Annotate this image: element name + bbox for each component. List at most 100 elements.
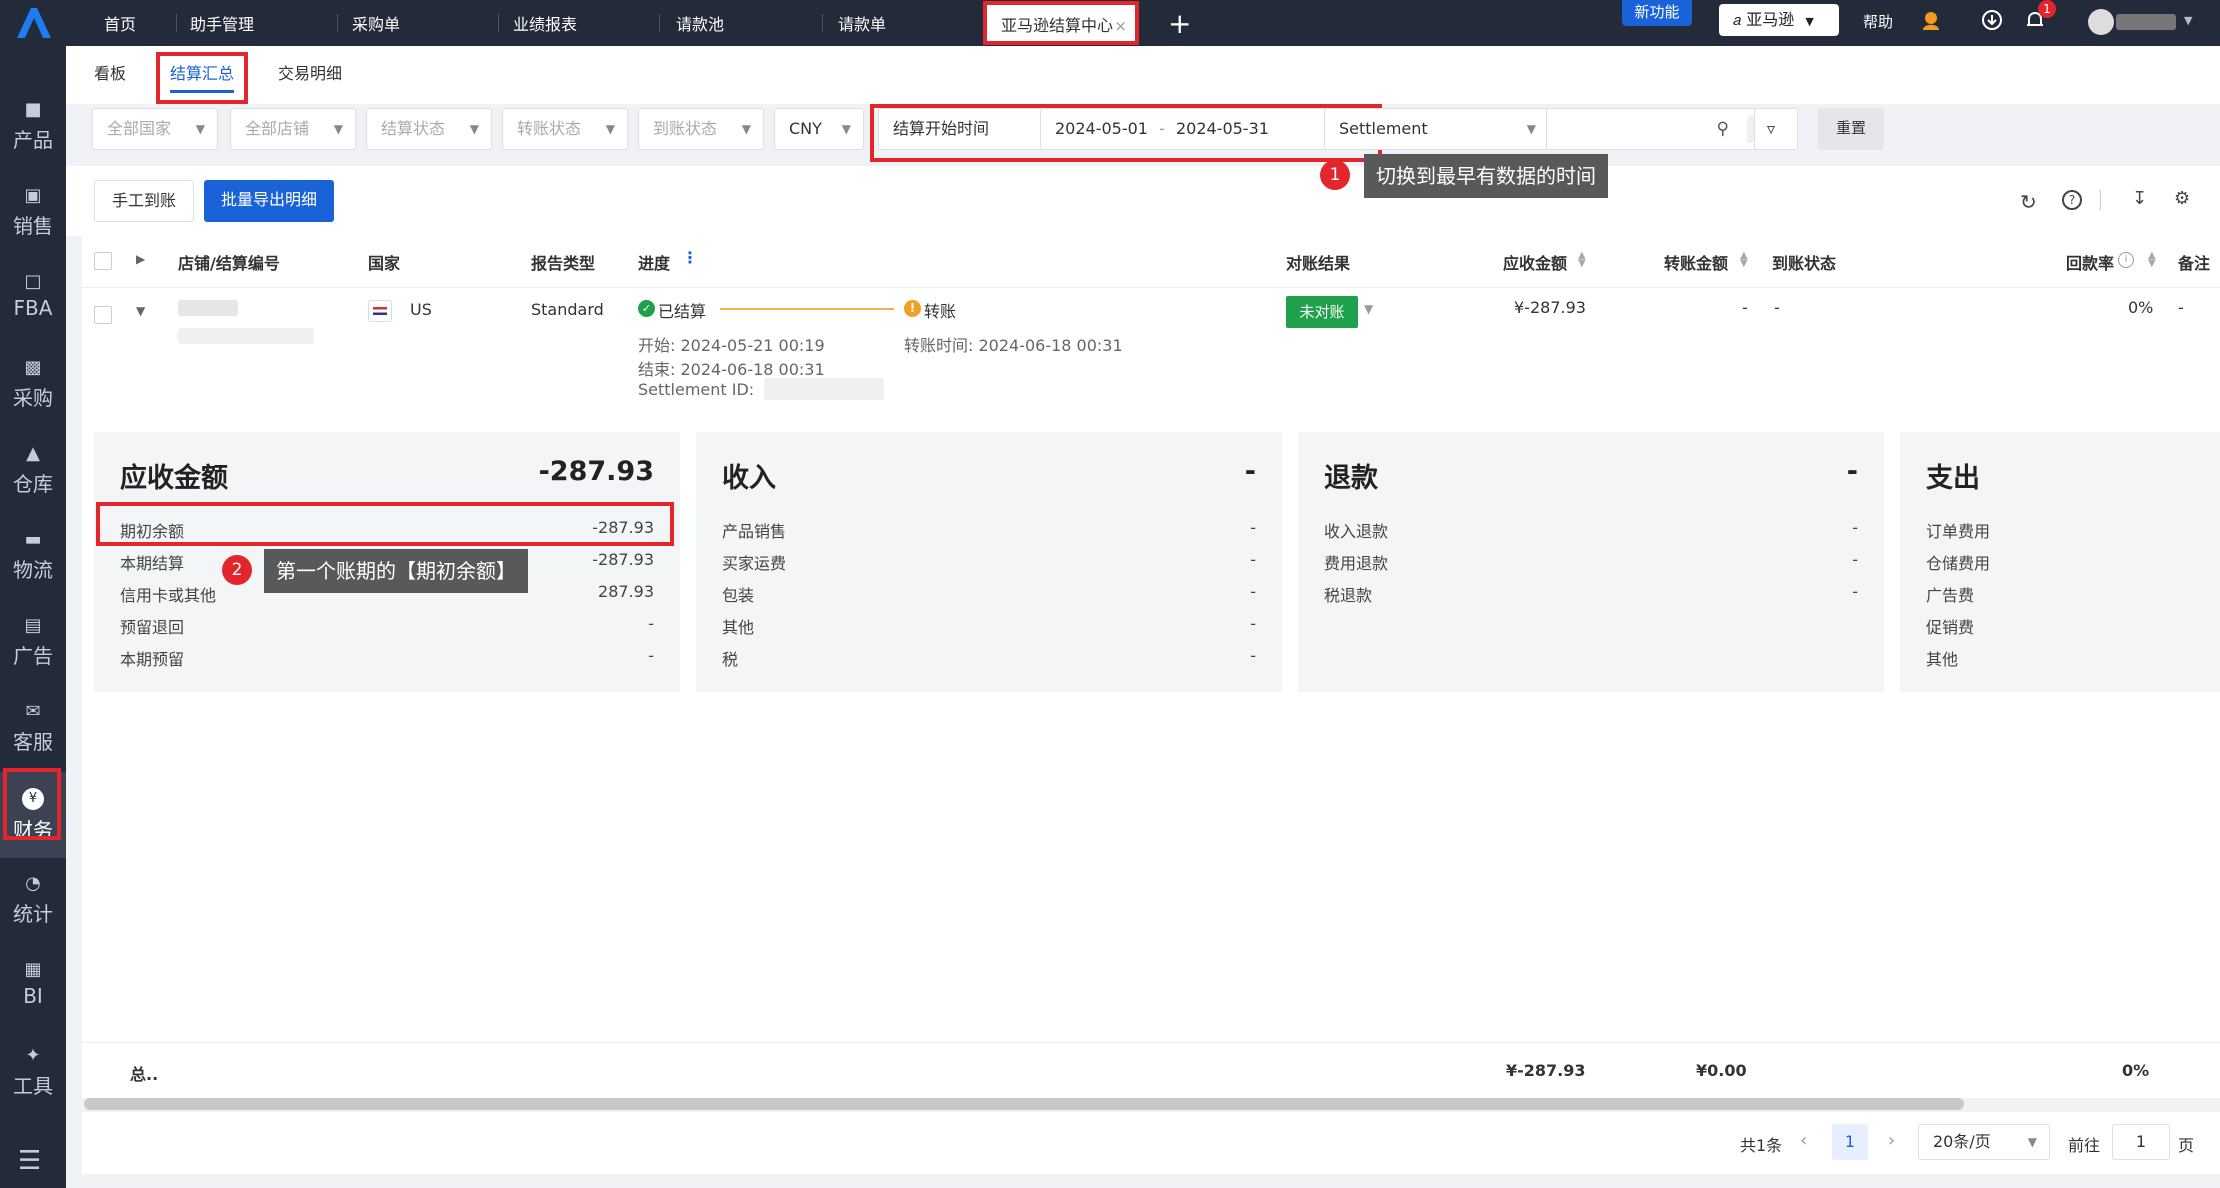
expand-all-icon[interactable]: ▶ — [136, 252, 145, 266]
tab-payment-request[interactable]: 请款单 — [838, 0, 886, 46]
header-transfer[interactable]: 转账金额 — [1664, 250, 1728, 274]
country-select[interactable]: 全部国家 ▼ — [92, 108, 218, 150]
sidebar-item-stats[interactable]: ◔ 统计 — [0, 858, 66, 944]
search-type-select[interactable]: Settlement ▼ — [1324, 108, 1549, 150]
search-icon[interactable]: ⚲ — [1717, 109, 1729, 149]
header-progress: 进度 — [638, 254, 671, 273]
new-feature-badge[interactable]: 新功能 — [1622, 0, 1692, 26]
tab-divider — [176, 14, 177, 32]
search-input[interactable]: ⚲ ≡ — [1546, 108, 1786, 150]
select-value: CNY — [789, 119, 822, 138]
sidebar-item-fba[interactable]: □ FBA — [0, 256, 66, 342]
header-store: 店铺/结算编号 — [178, 254, 280, 273]
collapse-icon[interactable]: ▼ — [136, 304, 145, 318]
sidebar-item-warehouse[interactable]: ▲ 仓库 — [0, 428, 66, 514]
tab-transaction-detail[interactable]: 交易明细 — [278, 60, 342, 84]
tab-assistant[interactable]: 助手管理 — [190, 0, 254, 46]
store-select[interactable]: 全部店铺 ▼ — [230, 108, 356, 150]
store-name-blurred — [178, 300, 238, 316]
arrival-status-select[interactable]: 到账状态 ▼ — [638, 108, 764, 150]
sidebar-item-label: BI — [23, 984, 43, 1008]
chevron-down-icon[interactable]: ▼ — [1364, 302, 1373, 316]
horizontal-scrollbar[interactable] — [84, 1098, 1964, 1110]
chevron-down-icon: ▼ — [741, 122, 751, 136]
prev-page-icon[interactable]: ‹ — [1800, 1130, 1807, 1151]
tab-purchase[interactable]: 采购单 — [352, 0, 400, 46]
tab-performance[interactable]: 业绩报表 — [513, 0, 577, 46]
info-icon[interactable]: i — [2118, 252, 2134, 268]
currency-select[interactable]: CNY ▼ — [774, 108, 864, 150]
page-number[interactable]: 1 — [1832, 1124, 1868, 1160]
filter-icon[interactable]: ▿ — [1754, 108, 1798, 150]
row-value: 287.93 — [598, 582, 654, 601]
sidebar-item-label: 仓库 — [13, 472, 53, 496]
cell-receivable: ¥-287.93 — [1514, 298, 1586, 317]
header-rate[interactable]: 回款率 — [2066, 250, 2114, 274]
avatar[interactable] — [2088, 9, 2114, 35]
chevron-down-icon[interactable]: ▼ — [2184, 14, 2192, 27]
customer-service-icon[interactable] — [1918, 8, 1944, 34]
page-size-select[interactable]: 20条/页 ▼ — [1918, 1124, 2050, 1160]
row-value: - — [1250, 614, 1256, 633]
sort-icon[interactable]: ▲ ▼ — [2148, 251, 2156, 269]
tab-payment-pool[interactable]: 请款池 — [676, 0, 724, 46]
settle-status-select[interactable]: 结算状态 ▼ — [366, 108, 492, 150]
row-label: 包装 — [722, 586, 755, 605]
row-label: 信用卡或其他 — [120, 586, 217, 605]
refresh-icon[interactable]: ↻ — [2020, 190, 2037, 214]
export-detail-button[interactable]: 批量导出明细 — [204, 180, 334, 222]
sidebar-item-sales[interactable]: ▣ 销售 — [0, 170, 66, 256]
select-all-checkbox[interactable] — [94, 252, 112, 270]
sidebar-item-purchase[interactable]: ▩ 采购 — [0, 342, 66, 428]
app-logo[interactable] — [0, 0, 66, 46]
row-label: 本期预留 — [120, 650, 185, 669]
download-icon[interactable] — [1979, 8, 2005, 34]
sidebar-item-product[interactable]: ■ 产品 — [0, 84, 66, 170]
total-row: 总.. ¥-287.93 ¥0.00 0% — [82, 1042, 2220, 1098]
settlement-id-label: Settlement ID: — [638, 380, 755, 399]
header-receivable[interactable]: 应收金额 — [1503, 250, 1567, 274]
row-value: - — [1852, 582, 1858, 601]
sidebar-item-ads[interactable]: ▤ 广告 — [0, 600, 66, 686]
menu-icon[interactable]: ☰ — [18, 1146, 41, 1176]
sidebar-item-service[interactable]: ✉ 客服 — [0, 686, 66, 772]
sort-icon[interactable]: ▲ ▼ — [1578, 251, 1586, 269]
select-value: 全部国家 — [107, 119, 172, 138]
download-icon[interactable]: ↧ — [2132, 188, 2147, 209]
goto-page-input[interactable]: 1 — [2112, 1124, 2170, 1160]
header-arrival: 到账状态 — [1772, 254, 1837, 273]
transfer-status-select[interactable]: 转账状态 ▼ — [502, 108, 628, 150]
refund-card: 退款 - 收入退款 - 费用退款 - 税退款 - — [1298, 432, 1884, 692]
sidebar-item-logistics[interactable]: ▬ 物流 — [0, 514, 66, 600]
help-icon[interactable]: ? — [2062, 190, 2082, 210]
tab-divider — [659, 14, 660, 32]
cell-rate: 0% — [2128, 298, 2154, 317]
total-receivable: ¥-287.93 — [1506, 1061, 1586, 1080]
box-icon: □ — [24, 271, 42, 292]
amazon-selector[interactable]: 𝑎 亚马逊 ▼ — [1719, 4, 1839, 36]
tab-home[interactable]: 首页 — [104, 0, 136, 46]
card-value: -287.93 — [538, 456, 654, 487]
cell-transfer: - — [1742, 298, 1748, 317]
manual-arrival-button[interactable]: 手工到账 — [94, 180, 194, 222]
cart-icon: ▩ — [24, 357, 42, 378]
row-value: - — [1250, 550, 1256, 569]
sidebar-item-label: 采购 — [13, 386, 53, 410]
sort-icon[interactable]: ▲ ▼ — [1740, 251, 1748, 269]
chevron-down-icon: ▼ — [1805, 15, 1814, 28]
more-icon[interactable]: ⋮ — [682, 248, 698, 267]
add-tab-icon[interactable]: + — [1168, 0, 1191, 46]
next-page-icon[interactable]: › — [1888, 1130, 1895, 1151]
tab-dashboard[interactable]: 看板 — [94, 60, 126, 84]
sidebar-item-tools[interactable]: ✦ 工具 — [0, 1030, 66, 1116]
chevron-down-icon: ▼ — [605, 122, 615, 136]
help-link[interactable]: 帮助 — [1863, 0, 1893, 46]
reset-button[interactable]: 重置 — [1818, 108, 1884, 150]
annotation-tooltip-2: 第一个账期的【期初余额】 — [264, 549, 528, 593]
row-checkbox[interactable] — [94, 306, 112, 324]
column-settings-icon[interactable]: ⚙ — [2174, 188, 2190, 209]
row-label: 买家运费 — [722, 554, 787, 573]
sidebar-item-bi[interactable]: ▦ BI — [0, 944, 66, 1030]
card-title: 退款 — [1324, 463, 1378, 494]
reconcile-status-badge[interactable]: 未对账 — [1286, 296, 1358, 328]
